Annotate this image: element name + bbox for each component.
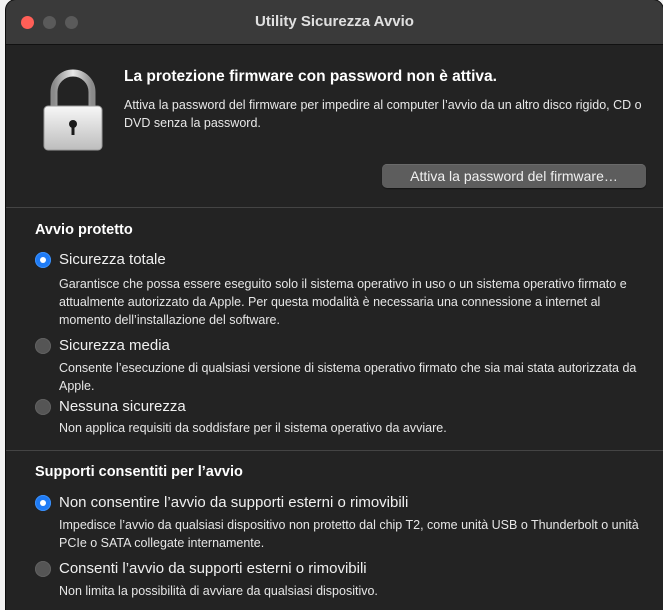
medium-security-radio[interactable] [35, 338, 51, 354]
medium-security-label[interactable]: Sicurezza media [59, 337, 170, 354]
disallow-external-boot-label[interactable]: Non consentire l’avvio da supporti ester… [59, 494, 408, 511]
section-divider [6, 450, 663, 451]
title-bar: Utility Sicurezza Avvio [6, 0, 663, 45]
no-security-label[interactable]: Nessuna sicurezza [59, 398, 186, 415]
allow-external-boot-radio[interactable] [35, 561, 51, 577]
firmware-status-headline: La protezione firmware con password non … [124, 68, 497, 85]
full-security-label[interactable]: Sicurezza totale [59, 251, 166, 268]
padlock-icon [43, 69, 103, 151]
no-security-description: Non applica requisiti da soddisfare per … [59, 421, 447, 435]
boot-media-title: Supporti consentiti per l’avvio [35, 464, 243, 480]
full-security-radio[interactable] [35, 252, 51, 268]
full-security-description: Garantisce che possa essere eseguito sol… [59, 277, 627, 327]
enable-firmware-password-button[interactable]: Attiva la password del firmware… [382, 164, 646, 188]
secure-boot-title: Avvio protetto [35, 222, 133, 238]
medium-security-description: Consente l’esecuzione di qualsiasi versi… [59, 361, 637, 393]
startup-security-window: Utility Sicurezza Avvio La protezione fi… [6, 0, 663, 610]
section-divider [6, 207, 663, 208]
window-title: Utility Sicurezza Avvio [255, 13, 414, 30]
firmware-description: Attiva la password del firmware per impe… [124, 98, 642, 130]
no-security-radio[interactable] [35, 399, 51, 415]
allow-external-boot-label[interactable]: Consenti l’avvio da supporti esterni o r… [59, 560, 367, 577]
disallow-external-boot-radio[interactable] [35, 495, 51, 511]
disallow-external-boot-description: Impedisce l’avvio da qualsiasi dispositi… [59, 518, 639, 550]
allow-external-boot-description: Non limita la possibilità di avviare da … [59, 584, 378, 598]
